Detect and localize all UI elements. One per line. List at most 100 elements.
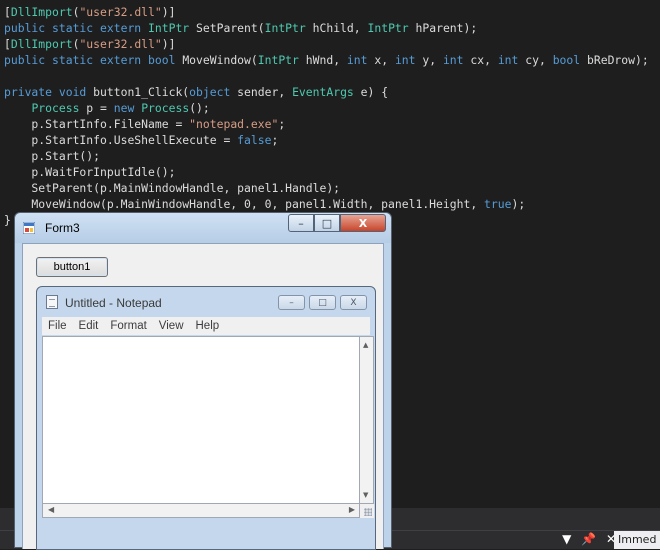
scroll-down-arrow-icon[interactable]: ▼	[363, 491, 368, 499]
close-button[interactable]: X	[340, 214, 386, 232]
code-line[interactable]: Process p = new Process();	[4, 100, 649, 116]
code-line[interactable]: p.StartInfo.UseShellExecute = false;	[4, 132, 649, 148]
maximize-button[interactable]: □	[314, 214, 340, 232]
code-token: MoveWindow(	[182, 53, 258, 67]
code-token: p.StartInfo.UseShellExecute =	[4, 133, 238, 147]
code-token: y,	[415, 53, 443, 67]
code-token: sender,	[230, 85, 293, 99]
code-line[interactable]: p.Start();	[4, 148, 649, 164]
code-token: cy,	[518, 53, 553, 67]
code-token: SetParent(p.MainWindowHandle, panel1.Han…	[4, 181, 341, 195]
code-token: )]	[161, 37, 176, 51]
horizontal-scrollbar[interactable]: ◀ ▶	[42, 504, 360, 518]
notepad-title-bar[interactable]: Untitled - Notepad – □ X	[37, 287, 375, 317]
code-token: ;	[278, 117, 286, 131]
code-token: p =	[79, 101, 114, 115]
form3-window[interactable]: Form3 – □ X button1 Untitled - Notepad –…	[14, 212, 392, 550]
code-token: SetParent(	[189, 21, 265, 35]
form3-window-controls: – □ X	[288, 214, 386, 233]
code-line[interactable]	[4, 68, 649, 84]
code-line[interactable]: p.StartInfo.FileName = "notepad.exe";	[4, 116, 649, 132]
code-token: bReDrow);	[580, 53, 649, 67]
code-token: ();	[189, 101, 210, 115]
code-token: hChild,	[305, 21, 368, 35]
code-token: int	[442, 53, 464, 67]
code-token: p.WaitForInputIdle();	[4, 165, 176, 179]
code-line[interactable]: public static extern bool MoveWindow(Int…	[4, 52, 649, 68]
code-token: e) {	[353, 85, 389, 99]
code-token: hParent);	[408, 21, 478, 35]
code-line[interactable]: public static extern IntPtr SetParent(In…	[4, 20, 649, 36]
code-line[interactable]: private void button1_Click(object sender…	[4, 84, 649, 100]
tab-immediate[interactable]: Immed	[614, 531, 660, 549]
scroll-right-arrow-icon[interactable]: ▶	[349, 505, 355, 514]
code-token: IntPtr	[257, 53, 299, 67]
menu-file[interactable]: File	[48, 320, 67, 332]
code-token: button1_Click(	[93, 85, 190, 99]
code-token: )]	[161, 5, 176, 19]
form3-title-bar[interactable]: Form3 – □ X	[15, 213, 391, 243]
dropdown-arrow-icon[interactable]: ▼	[562, 532, 571, 546]
menu-view[interactable]: View	[159, 320, 184, 332]
code-line[interactable]: SetParent(p.MainWindowHandle, panel1.Han…	[4, 180, 649, 196]
notepad-window-controls: – □ X	[278, 295, 367, 310]
code-line[interactable]: p.WaitForInputIdle();	[4, 164, 649, 180]
button1[interactable]: button1	[36, 257, 108, 277]
scroll-left-arrow-icon[interactable]: ◀	[48, 505, 54, 514]
menu-help[interactable]: Help	[196, 320, 220, 332]
code-token: "notepad.exe"	[189, 117, 279, 131]
notepad-menu-bar: File Edit Format View Help	[42, 317, 370, 335]
code-token: object	[189, 85, 231, 99]
code-token: int	[394, 53, 416, 67]
code-token: );	[511, 197, 526, 211]
notepad-close-button[interactable]: X	[340, 295, 367, 310]
code-token: EventArgs	[292, 85, 354, 99]
code-token: p.Start();	[4, 149, 101, 163]
menu-edit[interactable]: Edit	[79, 320, 99, 332]
form3-title: Form3	[45, 221, 80, 235]
form-app-icon	[23, 222, 35, 234]
pin-icon[interactable]: 📌	[581, 532, 596, 546]
code-token: IntPtr	[264, 21, 306, 35]
code-token: int	[497, 53, 519, 67]
code-token: DllImport	[10, 37, 73, 51]
code-token: "user32.dll"	[79, 5, 162, 19]
form3-client-area: button1 Untitled - Notepad – □ X File Ed…	[22, 243, 384, 550]
code-token: x,	[367, 53, 395, 67]
code-token: int	[346, 53, 368, 67]
code-line[interactable]: [DllImport("user32.dll")]	[4, 4, 649, 20]
code-token: }	[4, 213, 11, 227]
scroll-up-arrow-icon[interactable]: ▲	[363, 341, 368, 349]
code-line[interactable]: [DllImport("user32.dll")]	[4, 36, 649, 52]
notepad-title: Untitled - Notepad	[65, 296, 162, 310]
code-token: Process	[31, 101, 80, 115]
tool-window-buttons: ▼ 📌 ✕	[556, 532, 616, 546]
code-token: public static extern bool	[4, 53, 183, 67]
notepad-maximize-button[interactable]: □	[309, 295, 336, 310]
code-token: true	[484, 197, 512, 211]
code-token: cx,	[463, 53, 498, 67]
notepad-icon	[46, 295, 58, 309]
code-token: DllImport	[10, 5, 73, 19]
notepad-window[interactable]: Untitled - Notepad – □ X File Edit Forma…	[36, 286, 376, 550]
menu-format[interactable]: Format	[110, 320, 146, 332]
code-line[interactable]: MoveWindow(p.MainWindowHandle, 0, 0, pan…	[4, 196, 649, 212]
code-editor[interactable]: [DllImport("user32.dll")] public static e…	[4, 4, 649, 228]
resize-grip-icon[interactable]	[360, 504, 374, 518]
code-token: IntPtr	[367, 21, 409, 35]
notepad-minimize-button[interactable]: –	[278, 295, 305, 310]
code-token: p.StartInfo.FileName =	[4, 117, 190, 131]
code-token: Process	[141, 101, 190, 115]
vertical-scrollbar[interactable]: ▲ ▼	[360, 336, 374, 504]
notepad-text-area[interactable]	[42, 336, 360, 504]
code-token: [	[4, 37, 11, 51]
code-token: hWnd,	[298, 53, 347, 67]
code-token: ;	[271, 133, 279, 147]
minimize-button[interactable]: –	[288, 214, 314, 232]
code-token: IntPtr	[148, 21, 190, 35]
code-token: public static extern	[4, 21, 149, 35]
code-token: "user32.dll"	[79, 37, 162, 51]
code-token: [	[4, 5, 11, 19]
code-token: false	[237, 133, 272, 147]
